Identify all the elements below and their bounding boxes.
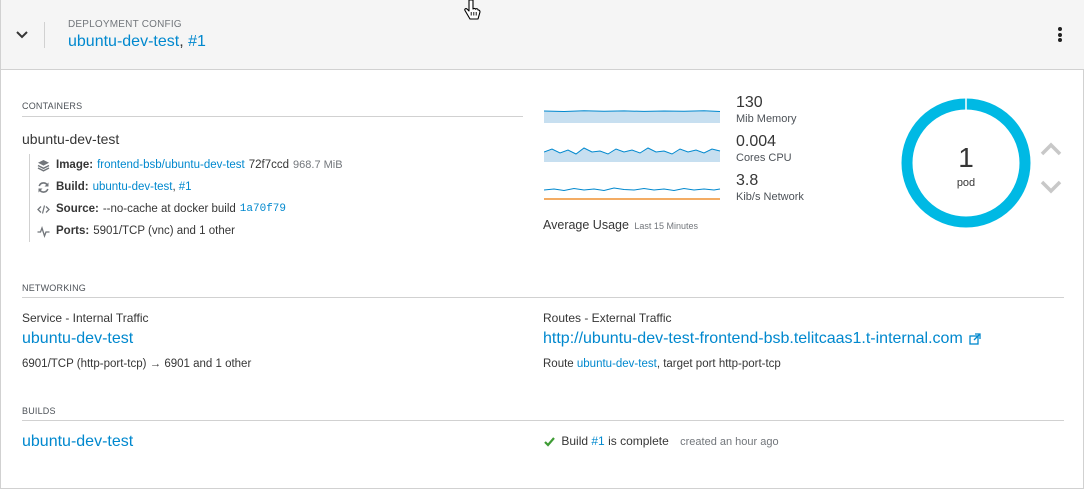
angle-down-icon[interactable] — [1039, 178, 1063, 196]
pod-count: 1 — [958, 142, 974, 173]
container-details: Image: frontend-bsb/ubuntu-dev-test 72f7… — [29, 154, 343, 242]
cpu-sparkline — [544, 147, 721, 162]
containers-divider — [22, 116, 523, 117]
route-target: , target port http-port-tcp — [656, 358, 781, 370]
route-name-link[interactable]: ubuntu-dev-test — [577, 358, 657, 370]
external-link-icon[interactable] — [969, 333, 981, 345]
source-commit-link[interactable]: 1a70f79 — [240, 203, 286, 215]
code-icon — [36, 202, 50, 216]
average-usage-period: Last 15 Minutes — [634, 221, 698, 231]
chevron-down-icon — [16, 31, 28, 39]
cpu-unit: Cores CPU — [736, 152, 792, 164]
collapse-toggle[interactable] — [15, 22, 45, 48]
source-text: --no-cache at docker build — [102, 203, 236, 215]
build-config-name-link[interactable]: ubuntu-dev-test — [22, 433, 133, 451]
deployment-name-link[interactable]: ubuntu-dev-test — [68, 33, 179, 50]
build-status-number-link[interactable]: #1 — [591, 434, 604, 448]
build-config-link[interactable]: ubuntu-dev-test — [93, 181, 173, 193]
network-sparkline — [544, 187, 721, 200]
network-metric: 3.8 Kib/s Network — [544, 172, 824, 207]
average-usage-label: Average Usage — [543, 218, 629, 232]
container-name: ubuntu-dev-test — [22, 131, 120, 147]
kebab-icon[interactable] — [1056, 27, 1064, 43]
service-ports: 6901/TCP (http-port-tcp) → 6901 and 1 ot… — [22, 358, 252, 370]
build-number-link[interactable]: #1 — [179, 181, 192, 193]
refresh-icon — [36, 180, 50, 194]
build-separator: , — [172, 181, 176, 193]
title-separator: , — [179, 33, 184, 50]
build-status: Build #1 is complete created an hour ago — [544, 434, 779, 448]
builds-divider — [22, 420, 1064, 421]
ports-row: Ports: 5901/TCP (vnc) and 1 other — [36, 220, 343, 242]
image-row: Image: frontend-bsb/ubuntu-dev-test 72f7… — [36, 154, 343, 176]
build-label: Build: — [56, 181, 89, 193]
route-url-container: http://ubuntu-dev-test-frontend-bsb.teli… — [543, 330, 981, 348]
cpu-metric: 0.004 Cores CPU — [544, 133, 824, 168]
card-header: DEPLOYMENT CONFIG ubuntu-dev-test, #1 — [1, 0, 1084, 70]
image-label: Image: — [56, 159, 94, 171]
network-unit: Kib/s Network — [736, 191, 804, 203]
network-value: 3.8 — [736, 172, 759, 189]
cpu-value: 0.004 — [736, 133, 777, 150]
image-size: 968.7 MiB — [293, 159, 343, 171]
deployment-title: ubuntu-dev-test, #1 — [68, 33, 206, 51]
memory-value: 130 — [736, 94, 763, 111]
route-prefix: Route — [543, 358, 574, 370]
angle-up-icon[interactable] — [1039, 140, 1063, 158]
source-label: Source: — [56, 203, 99, 215]
route-details: Route ubuntu-dev-test, target port http-… — [543, 358, 781, 370]
build-created-time: created an hour ago — [680, 436, 779, 448]
pulse-icon — [36, 224, 50, 238]
build-status-suffix: is complete — [608, 434, 669, 448]
pod-label: pod — [956, 177, 976, 189]
resource-kind: DEPLOYMENT CONFIG — [68, 19, 182, 30]
containers-heading: CONTAINERS — [22, 101, 83, 111]
memory-metric: 130 Mib Memory — [544, 94, 824, 129]
service-label: Service - Internal Traffic — [22, 311, 149, 325]
service-link[interactable]: ubuntu-dev-test — [22, 330, 133, 348]
cursor-hand-icon — [464, 0, 481, 20]
ports-label: Ports: — [56, 225, 90, 237]
ports-text: 5901/TCP (vnc) and 1 other — [93, 225, 235, 237]
image-id: 72f7ccd — [248, 159, 290, 171]
memory-sparkline — [544, 110, 721, 123]
networking-divider — [22, 297, 1064, 298]
average-usage: Average Usage Last 15 Minutes — [543, 218, 698, 232]
check-icon — [544, 437, 555, 447]
networking-heading: NETWORKING — [22, 283, 86, 293]
source-row: Source: --no-cache at docker build 1a70f… — [36, 198, 343, 220]
routes-label: Routes - External Traffic — [543, 311, 672, 325]
memory-unit: Mib Memory — [736, 113, 797, 125]
layers-icon — [36, 158, 50, 172]
route-url-link[interactable]: http://ubuntu-dev-test-frontend-bsb.teli… — [543, 330, 963, 347]
build-row: Build: ubuntu-dev-test, #1 — [36, 176, 343, 198]
deployment-card: DEPLOYMENT CONFIG ubuntu-dev-test, #1 CO… — [0, 0, 1084, 489]
builds-heading: BUILDS — [22, 406, 56, 416]
build-status-prefix: Build — [561, 434, 589, 448]
image-link[interactable]: frontend-bsb/ubuntu-dev-test — [97, 159, 245, 171]
deployment-revision-link[interactable]: #1 — [188, 33, 206, 50]
